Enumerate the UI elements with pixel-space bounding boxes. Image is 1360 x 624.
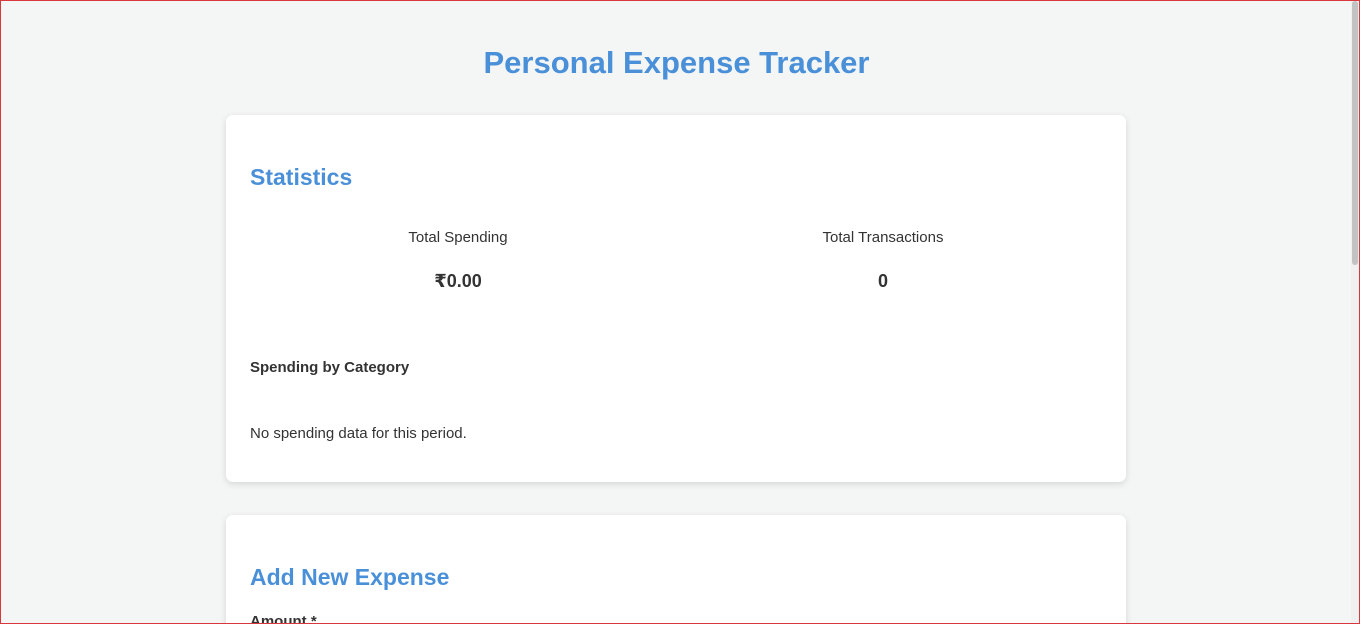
total-spending-label: Total Spending: [408, 229, 508, 246]
statistics-card: Statistics Total Spending ₹0.00 Total Tr…: [226, 115, 1126, 482]
total-transactions-value: 0: [877, 271, 888, 291]
total-transactions-label: Total Transactions: [822, 229, 944, 246]
add-expense-card: Add New Expense Amount *: [226, 515, 1126, 623]
total-spending-value: ₹0.00: [434, 271, 482, 291]
total-spending-stat: Total Spending ₹0.00: [238, 228, 678, 293]
amount-label: Amount *: [250, 613, 317, 623]
add-expense-title: Add New Expense: [250, 564, 450, 590]
total-transactions-stat: Total Transactions 0: [663, 228, 1103, 293]
vertical-scrollbar[interactable]: [1351, 1, 1359, 623]
statistics-title: Statistics: [250, 164, 353, 190]
page-viewport: Personal Expense Tracker Statistics Tota…: [1, 1, 1350, 623]
empty-spending-message: No spending data for this period.: [250, 425, 467, 442]
scrollbar-thumb[interactable]: [1352, 1, 1358, 265]
page-title: Personal Expense Tracker: [483, 45, 870, 80]
spending-by-category-title: Spending by Category: [250, 359, 410, 376]
